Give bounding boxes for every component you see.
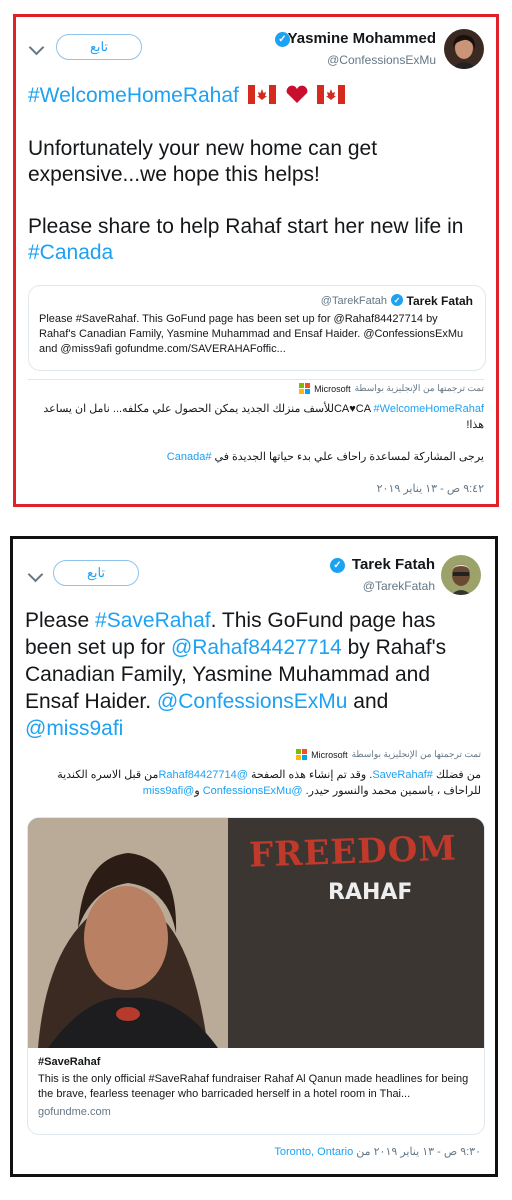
- canada-flag-icon: [247, 85, 276, 104]
- translation-attribution: تمت ترجمتها من الإنجليزية بواسطة Microso…: [299, 383, 484, 394]
- author-name[interactable]: Yasmine Mohammed: [288, 30, 436, 47]
- hashtag-link[interactable]: #Canada: [167, 451, 212, 463]
- follow-button[interactable]: تابع: [53, 560, 139, 586]
- tweet-hashtag-line: #WelcomeHomeRahaf: [28, 83, 488, 109]
- tweet-text-paragraph: Unfortunately your new home can get expe…: [28, 137, 378, 186]
- card-description: This is the only official #SaveRahaf fun…: [38, 1073, 469, 1100]
- timestamp-line: ٩:٣٠ ص - ١٣ يناير ٢٠١٩ من Toronto, Ontar…: [274, 1145, 481, 1158]
- timestamp[interactable]: ٩:٤٢ ص - ١٣ يناير ٢٠١٩: [377, 482, 484, 495]
- tweet-text-paragraph: Please #SaveRahaf. This GoFund page has …: [25, 607, 487, 742]
- heart-icon: [286, 85, 307, 103]
- translation-header: تمت ترجمتها من الإنجليزية بواسطة: [351, 749, 481, 759]
- tweet-card-yasmine: تابع Yasmine Mohammed ✓ @ConfessionsExMu…: [13, 14, 499, 507]
- quoted-author-handle: @TarekFatah: [320, 295, 387, 307]
- verified-badge-icon: ✓: [275, 32, 290, 47]
- divider: [28, 379, 484, 380]
- hashtag-link[interactable]: #WelcomeHomeRahaf: [28, 84, 239, 107]
- hashtag-link[interactable]: #Canada: [28, 241, 113, 264]
- microsoft-logo-icon: [296, 749, 308, 760]
- mention-link[interactable]: @miss9afi: [25, 717, 123, 740]
- hashtag-link[interactable]: #SaveRahaf: [372, 769, 433, 781]
- location-link[interactable]: Toronto, Ontario: [274, 1146, 353, 1158]
- mention-link[interactable]: @ConfessionsExMu: [157, 690, 348, 713]
- card-domain: gofundme.com: [38, 1106, 111, 1118]
- tweet-text-paragraph: Please share to help Rahaf start her new…: [28, 214, 488, 266]
- hashtag-link[interactable]: #SaveRahaf: [95, 609, 211, 632]
- link-card[interactable]: FREEDOM RAHAF #SaveRahaf This is the onl…: [27, 817, 485, 1135]
- mention-link[interactable]: @ConfessionsExMu: [203, 785, 303, 797]
- mention-link[interactable]: @Rahaf84427714: [171, 636, 342, 659]
- mention-link[interactable]: @miss9afi: [143, 785, 195, 797]
- microsoft-brand: Microsoft: [314, 383, 351, 394]
- translated-text: من فضلك: [432, 769, 481, 781]
- quoted-tweet[interactable]: Tarek Fatah ✓ @TarekFatah Please #SaveRa…: [28, 285, 486, 371]
- translated-text: من فضلك #SaveRahaf. وقد تم إنشاء هذه الص…: [25, 767, 481, 799]
- verified-badge-icon: ✓: [391, 294, 403, 306]
- chevron-down-icon[interactable]: [27, 566, 44, 583]
- translated-text-line2: يرجى المشاركة لمساعدة راحاف علي بدء حيات…: [26, 449, 484, 465]
- translated-text: CA♥CA: [333, 403, 374, 415]
- author-handle[interactable]: @ConfessionsExMu: [327, 53, 436, 67]
- tweet-text: Please share to help Rahaf start her new…: [28, 215, 464, 238]
- avatar[interactable]: [441, 555, 481, 595]
- translated-text: و: [194, 785, 203, 797]
- tweet-text: and: [347, 690, 389, 713]
- translated-text: . وقد تم إنشاء هذه الصفحة: [247, 769, 373, 781]
- quoted-text: Please #SaveRahaf. This GoFund page has …: [39, 313, 464, 355]
- author-name[interactable]: Tarek Fatah: [352, 556, 435, 573]
- quoted-author-name: Tarek Fatah: [406, 294, 473, 308]
- follow-button[interactable]: تابع: [56, 34, 142, 60]
- author-handle[interactable]: @TarekFatah: [363, 579, 435, 593]
- tweet-card-tarek: تابع Tarek Fatah ✓ @TarekFatah Please #S…: [10, 536, 498, 1177]
- avatar[interactable]: [444, 29, 484, 69]
- hashtag-link[interactable]: #WelcomeHomeRahaf: [374, 403, 484, 415]
- card-image-subtitle: RAHAF: [328, 880, 413, 905]
- timestamp[interactable]: ٩:٣٠ ص - ١٣ يناير ٢٠١٩ من: [353, 1146, 481, 1158]
- card-title: #SaveRahaf: [38, 1056, 101, 1068]
- verified-badge-icon: ✓: [330, 558, 345, 573]
- microsoft-logo-icon: [299, 383, 311, 394]
- translated-text-line1: CA♥CA #WelcomeHomeRahafللأسف منزلك الجدي…: [26, 401, 484, 433]
- tweet-text: Please: [25, 609, 96, 632]
- microsoft-brand: Microsoft: [311, 749, 348, 760]
- canada-flag-icon: [317, 85, 346, 104]
- translation-attribution: تمت ترجمتها من الإنجليزية بواسطة Microso…: [296, 749, 481, 760]
- translation-header: تمت ترجمتها من الإنجليزية بواسطة: [354, 383, 484, 393]
- mention-link[interactable]: @Rahaf84427714: [158, 769, 247, 781]
- chevron-down-icon[interactable]: [28, 39, 45, 56]
- translated-text: يرجى المشاركة لمساعدة راحاف علي بدء حيات…: [211, 451, 484, 463]
